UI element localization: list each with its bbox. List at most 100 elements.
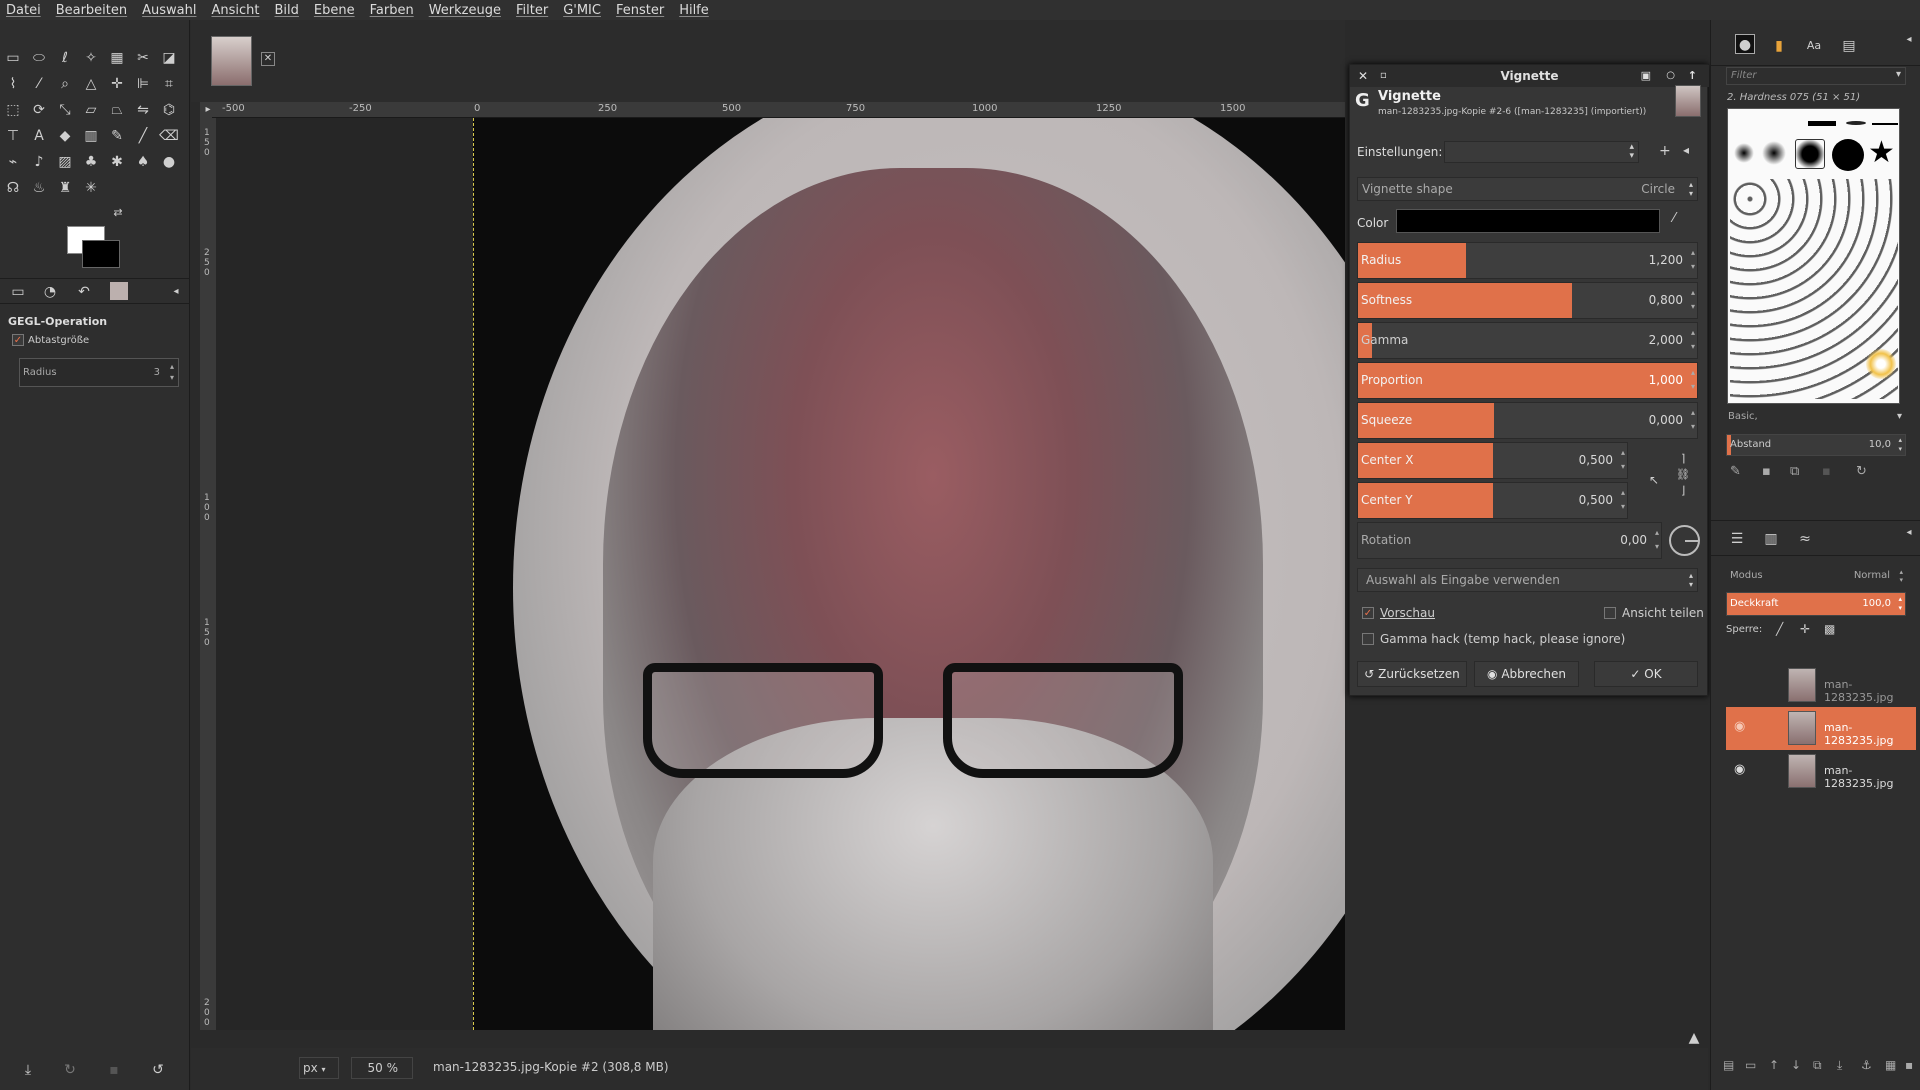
menu-filter[interactable]: Filter xyxy=(516,3,548,18)
spin-arrows-icon[interactable]: ▴ ▾ xyxy=(1691,326,1695,354)
channels-tab-icon[interactable]: ▥ xyxy=(1761,529,1781,549)
layers-dock-menu-icon[interactable]: ◂ xyxy=(1899,523,1919,543)
layer-row-active[interactable]: ◉ man-1283235.jpg xyxy=(1726,707,1916,750)
select-by-color-icon[interactable]: ▦ xyxy=(107,48,127,68)
brush-grid[interactable]: ★ xyxy=(1727,108,1900,404)
new-layer-group-icon[interactable]: ▭ xyxy=(1745,1058,1756,1072)
images-tab-icon[interactable] xyxy=(110,282,128,300)
navigate-icon[interactable]: ▲ xyxy=(1680,1030,1708,1048)
mask-layer-icon[interactable]: ▦ xyxy=(1885,1058,1896,1072)
patterns-tab-icon[interactable]: ▮ xyxy=(1769,36,1789,56)
rotate-icon[interactable]: ⟳ xyxy=(29,100,49,120)
brush-set-combo[interactable]: Basic, ▾ xyxy=(1726,408,1906,428)
zoom-select[interactable]: 50 % xyxy=(351,1057,413,1079)
presets-combo[interactable]: ▴ ▾ xyxy=(1444,141,1639,163)
opacity-slider[interactable]: Deckkraft 100,0 ▴ ▾ xyxy=(1726,592,1906,616)
text-icon[interactable]: A xyxy=(29,126,49,146)
brush-thumb[interactable] xyxy=(1808,121,1836,126)
preview-checkbox-row[interactable]: ✓ Vorschau xyxy=(1362,606,1435,620)
brush-thumb[interactable] xyxy=(1846,121,1866,125)
slider-center-y[interactable]: Center Y 0,500 ▴ ▾ xyxy=(1357,482,1628,519)
new-brush-icon[interactable]: ▪ xyxy=(1762,464,1771,479)
slider-proportion[interactable]: Proportion 1,000 ▴ ▾ xyxy=(1357,362,1698,399)
zoom-icon[interactable]: ⌕ xyxy=(55,74,75,94)
add-preset-icon[interactable]: + xyxy=(1659,143,1671,159)
paths-icon[interactable]: ⌇ xyxy=(3,74,23,94)
merge-layer-icon[interactable]: ⤓ xyxy=(1837,1058,1842,1073)
mode-combo[interactable]: Modus Normal ▴ ▾ xyxy=(1726,566,1906,586)
blur-icon[interactable]: ● xyxy=(159,152,179,172)
scissors-icon[interactable]: ✂ xyxy=(133,48,153,68)
image-canvas[interactable] xyxy=(216,118,1345,1030)
ok-button[interactable]: ✓ OK xyxy=(1594,661,1698,687)
brush-thumb[interactable] xyxy=(1872,123,1898,125)
spin-arrows-icon[interactable]: ▴ ▾ xyxy=(1655,526,1659,554)
layer-row[interactable]: ◉ man-1283235.jpg xyxy=(1726,750,1916,793)
menu-fenster[interactable]: Fenster xyxy=(616,3,664,18)
align-icon[interactable]: ⊫ xyxy=(133,74,153,94)
pick-center-icon[interactable]: ↖ xyxy=(1649,473,1659,487)
foreground-select-icon[interactable]: ◪ xyxy=(159,48,179,68)
opacity-spin-icon[interactable]: ▴ ▾ xyxy=(1898,595,1902,613)
duplicate-layer-icon[interactable]: ⧉ xyxy=(1813,1058,1822,1073)
menu-bild[interactable]: Bild xyxy=(275,3,299,18)
image-thumbnail[interactable] xyxy=(211,36,252,86)
eyedropper-icon[interactable]: ⁄ xyxy=(1673,211,1675,226)
layers-tab-icon[interactable]: ☰ xyxy=(1727,529,1747,549)
paths-tab-icon[interactable]: ≈ xyxy=(1795,529,1815,549)
airbrush-icon[interactable]: ⌁ xyxy=(3,152,23,172)
paintbrush-icon[interactable]: ╱ xyxy=(133,126,153,146)
layer-visibility-eye-icon[interactable]: ◉ xyxy=(1734,719,1745,734)
crop-icon[interactable]: ⌗ xyxy=(159,74,179,94)
gamma-hack-checkbox[interactable] xyxy=(1362,633,1374,645)
perspective-clone-icon[interactable]: ♠ xyxy=(133,152,153,172)
vertical-ruler[interactable]: 150 250 100 150 200 xyxy=(200,118,216,1030)
smudge-icon[interactable]: ☊ xyxy=(3,178,23,198)
flip-icon[interactable]: ⇋ xyxy=(133,100,153,120)
minimize-dialog-icon[interactable]: ▫ xyxy=(1380,65,1387,87)
eraser-icon[interactable]: ⌫ xyxy=(159,126,179,146)
brush-filter-input[interactable]: Filter ▾ xyxy=(1726,67,1906,85)
heal-icon[interactable]: ✱ xyxy=(107,152,127,172)
unified-transform-icon[interactable]: ⬚ xyxy=(3,100,23,120)
new-layer-icon[interactable]: ▤ xyxy=(1723,1058,1734,1072)
lower-layer-icon[interactable]: ↓ xyxy=(1791,1058,1801,1072)
bucket-fill-icon[interactable]: ◆ xyxy=(55,126,75,146)
menu-werkzeuge[interactable]: Werkzeuge xyxy=(429,3,501,18)
restore-options-icon[interactable]: ↻ xyxy=(60,1060,80,1080)
dialog-maximize-icon[interactable]: ↑ xyxy=(1688,65,1697,87)
brush-thumb[interactable] xyxy=(1866,349,1896,379)
swap-colors-icon[interactable]: ⇄ xyxy=(108,203,128,223)
ellipse-select-icon[interactable]: ⬭ xyxy=(29,48,49,68)
chain-link-icon[interactable]: ⌉ ⛓ ⌋ xyxy=(1676,451,1690,499)
sample-size-checkbox[interactable]: ✓ xyxy=(12,334,24,346)
move-icon[interactable]: ✛ xyxy=(107,74,127,94)
close-image-icon[interactable]: ✕ xyxy=(261,52,275,66)
pencil-icon[interactable]: ✎ xyxy=(107,126,127,146)
documents-tab-icon[interactable]: ▤ xyxy=(1839,36,1859,56)
delete-layer-icon[interactable]: ▪ xyxy=(1905,1058,1913,1072)
delete-options-icon[interactable]: ▪ xyxy=(104,1060,124,1080)
raise-layer-icon[interactable]: ↑ xyxy=(1769,1058,1779,1072)
close-dialog-icon[interactable]: ✕ xyxy=(1358,65,1368,87)
split-view-checkbox[interactable] xyxy=(1604,607,1616,619)
lock-pixels-icon[interactable]: ╱ xyxy=(1776,622,1783,636)
anchor-layer-icon[interactable]: ⚓ xyxy=(1861,1058,1872,1072)
menu-datei[interactable]: Datei xyxy=(6,3,41,18)
background-color[interactable] xyxy=(82,240,120,268)
brush-thumb[interactable] xyxy=(1734,143,1754,163)
brush-thumb[interactable] xyxy=(1762,141,1786,165)
menu-hilfe[interactable]: Hilfe xyxy=(679,3,709,18)
color-swatch[interactable] xyxy=(1396,209,1660,233)
device-status-tab-icon[interactable]: ◔ xyxy=(40,282,60,302)
brushes-tab-icon[interactable]: ● xyxy=(1735,34,1755,54)
slider-center-x[interactable]: Center X 0,500 ▴ ▾ xyxy=(1357,442,1628,479)
lock-alpha-icon[interactable]: ▩ xyxy=(1824,622,1835,636)
ink-icon[interactable]: ♪ xyxy=(29,152,49,172)
menu-gmic[interactable]: G'MIC xyxy=(563,3,601,18)
slider-radius[interactable]: Radius 1,200 ▴ ▾ xyxy=(1357,242,1698,279)
radius-spin-arrows-icon[interactable]: ▴ ▾ xyxy=(170,361,174,383)
spin-arrows-icon[interactable]: ▴ ▾ xyxy=(1691,406,1695,434)
spin-arrows-icon[interactable]: ▴ ▾ xyxy=(1691,286,1695,314)
gradient-icon[interactable]: ▥ xyxy=(81,126,101,146)
